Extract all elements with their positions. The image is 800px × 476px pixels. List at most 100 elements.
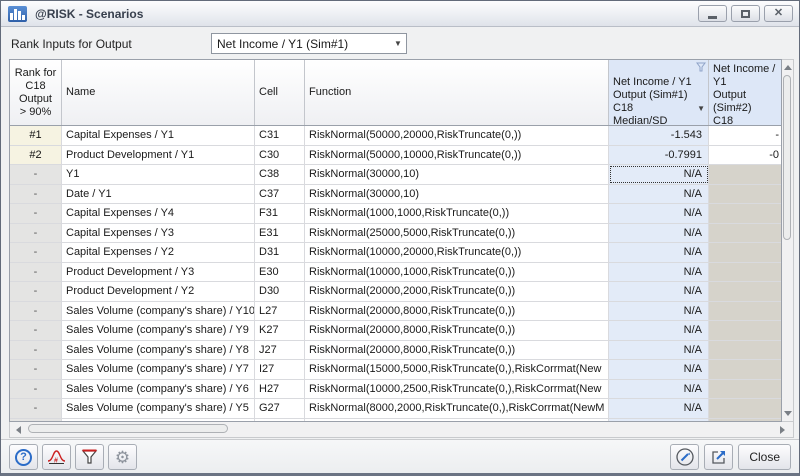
header-cell[interactable]: Cell bbox=[255, 60, 305, 125]
cell-ref-cell: C30 bbox=[255, 146, 305, 165]
sim2-value-cell[interactable] bbox=[709, 263, 781, 282]
output-dropdown-value: Net Income / Y1 (Sim#1) bbox=[212, 37, 390, 51]
sim1-value-cell[interactable]: N/A bbox=[609, 243, 709, 262]
sim2-value-cell[interactable] bbox=[709, 302, 781, 321]
scroll-right-icon[interactable] bbox=[780, 426, 785, 434]
sim1-value-cell[interactable]: -0.7991 bbox=[609, 146, 709, 165]
table-row[interactable]: - Sales Volume (company's share) / Y7 I2… bbox=[10, 360, 781, 380]
header-rank[interactable]: Rank for C18 Output > 90% bbox=[10, 60, 62, 125]
table-row[interactable]: - Sales Volume (company's share) / Y5 G2… bbox=[10, 399, 781, 419]
sim2-value-cell[interactable] bbox=[709, 321, 781, 340]
minimize-icon bbox=[708, 16, 717, 19]
table-row[interactable]: #2 Product Development / Y1 C30 RiskNorm… bbox=[10, 146, 781, 166]
function-cell: RiskNormal(20000,2000,RiskTruncate(0,)) bbox=[305, 282, 609, 301]
sim2-value-cell[interactable]: - bbox=[709, 126, 781, 145]
table-row[interactable]: - Capital Expenses / Y4 F31 RiskNormal(1… bbox=[10, 204, 781, 224]
header-sim2[interactable]: Net Income / Y1 Output (Sim#2) C18 Media… bbox=[709, 60, 781, 125]
sim2-value-cell[interactable] bbox=[709, 341, 781, 360]
vertical-scroll-thumb[interactable] bbox=[783, 75, 791, 240]
filter-funnel-icon[interactable] bbox=[696, 62, 706, 72]
sim1-value-cell[interactable]: N/A bbox=[609, 204, 709, 223]
cell-ref-cell: G27 bbox=[255, 399, 305, 418]
function-cell: RiskNormal(20000,8000,RiskTruncate(0,)) bbox=[305, 321, 609, 340]
maximize-button[interactable] bbox=[731, 5, 760, 22]
funnel-icon bbox=[81, 449, 98, 465]
header-sim1[interactable]: Net Income / Y1 Output (Sim#1) C18 Media… bbox=[609, 60, 709, 125]
header-dropdown-icon[interactable]: ▼ bbox=[697, 102, 705, 115]
sim1-value-cell[interactable]: N/A bbox=[609, 224, 709, 243]
function-cell: RiskNormal(50000,10000,RiskTruncate(0,)) bbox=[305, 146, 609, 165]
sim2-value-cell[interactable] bbox=[709, 282, 781, 301]
rank-cell: - bbox=[10, 360, 62, 379]
vertical-scrollbar[interactable] bbox=[782, 59, 794, 422]
name-cell: Capital Expenses / Y2 bbox=[62, 243, 255, 262]
table-row[interactable]: #1 Capital Expenses / Y1 C31 RiskNormal(… bbox=[10, 126, 781, 146]
distribution-button[interactable]: # bbox=[42, 444, 71, 470]
rank-cell: - bbox=[10, 302, 62, 321]
name-cell: Sales Volume (company's share) / Y8 bbox=[62, 341, 255, 360]
sim2-value-cell[interactable] bbox=[709, 185, 781, 204]
sim1-value-cell[interactable]: N/A bbox=[609, 302, 709, 321]
sim2-value-cell[interactable] bbox=[709, 243, 781, 262]
edit-report-button[interactable] bbox=[670, 444, 699, 470]
name-cell: Sales Volume (company's share) / Y10 bbox=[62, 302, 255, 321]
header-name[interactable]: Name bbox=[62, 60, 255, 125]
rank-inputs-label: Rank Inputs for Output bbox=[11, 37, 132, 51]
name-cell: Sales Volume (company's share) / Y6 bbox=[62, 380, 255, 399]
sim1-value-cell[interactable]: N/A bbox=[609, 341, 709, 360]
filter-button[interactable] bbox=[75, 444, 104, 470]
minimize-button[interactable] bbox=[698, 5, 727, 22]
titlebar[interactable]: @RISK - Scenarios ✕ bbox=[1, 1, 799, 27]
rank-cell: - bbox=[10, 204, 62, 223]
table-header-row: Rank for C18 Output > 90% Name Cell Func… bbox=[10, 60, 781, 126]
footer-toolbar: ? # ⚙ bbox=[1, 439, 799, 473]
bell-curve-icon: # bbox=[47, 449, 66, 466]
sim1-value-cell[interactable]: N/A bbox=[609, 399, 709, 418]
sim1-value-cell[interactable]: N/A bbox=[609, 165, 709, 184]
table-row[interactable]: - Sales Volume (company's share) / Y9 K2… bbox=[10, 321, 781, 341]
scroll-up-icon[interactable] bbox=[784, 65, 792, 70]
close-button[interactable]: Close bbox=[738, 444, 791, 470]
help-button[interactable]: ? bbox=[9, 444, 38, 470]
horizontal-scroll-thumb[interactable] bbox=[28, 424, 228, 433]
settings-button[interactable]: ⚙ bbox=[108, 444, 137, 470]
sim1-value-cell[interactable]: -1.543 bbox=[609, 126, 709, 145]
sim2-value-cell[interactable] bbox=[709, 165, 781, 184]
horizontal-scrollbar[interactable] bbox=[9, 422, 794, 438]
sim1-value-cell[interactable]: N/A bbox=[609, 360, 709, 379]
header-function[interactable]: Function bbox=[305, 60, 609, 125]
chevron-down-icon[interactable]: ▼ bbox=[390, 39, 406, 48]
table-row[interactable]: - Sales Volume (company's share) / Y6 H2… bbox=[10, 380, 781, 400]
table-row[interactable]: - Product Development / Y3 E30 RiskNorma… bbox=[10, 263, 781, 283]
sim2-value-cell[interactable] bbox=[709, 224, 781, 243]
name-cell: Sales Volume (company's share) / Y7 bbox=[62, 360, 255, 379]
table-row[interactable]: - Capital Expenses / Y2 D31 RiskNormal(1… bbox=[10, 243, 781, 263]
sim2-value-cell[interactable] bbox=[709, 360, 781, 379]
table-row[interactable]: - Sales Volume (company's share) / Y10 L… bbox=[10, 302, 781, 322]
cell-ref-cell: I27 bbox=[255, 360, 305, 379]
table-row[interactable]: - Product Development / Y2 D30 RiskNorma… bbox=[10, 282, 781, 302]
export-button[interactable] bbox=[704, 444, 733, 470]
function-cell: RiskNormal(50000,20000,RiskTruncate(0,)) bbox=[305, 126, 609, 145]
sim1-value-cell[interactable]: N/A bbox=[609, 321, 709, 340]
scroll-left-icon[interactable] bbox=[16, 426, 21, 434]
sim1-value-cell[interactable]: N/A bbox=[609, 263, 709, 282]
sim2-value-cell[interactable]: -0 bbox=[709, 146, 781, 165]
sim2-value-cell[interactable] bbox=[709, 380, 781, 399]
output-selector-row: Rank Inputs for Output Net Income / Y1 (… bbox=[1, 28, 799, 59]
sim1-value-cell[interactable]: N/A bbox=[609, 380, 709, 399]
sim2-value-cell[interactable] bbox=[709, 399, 781, 418]
close-window-button[interactable]: ✕ bbox=[764, 5, 793, 22]
output-dropdown[interactable]: Net Income / Y1 (Sim#1) ▼ bbox=[211, 33, 407, 54]
table-row[interactable]: - Sales Volume (company's share) / Y8 J2… bbox=[10, 341, 781, 361]
table-row[interactable]: - Y1 C38 RiskNormal(30000,10) N/A bbox=[10, 165, 781, 185]
scroll-down-icon[interactable] bbox=[784, 411, 792, 416]
sim1-value-cell[interactable]: N/A bbox=[609, 282, 709, 301]
table-row[interactable]: - Capital Expenses / Y3 E31 RiskNormal(2… bbox=[10, 224, 781, 244]
sim1-value-cell[interactable]: N/A bbox=[609, 185, 709, 204]
function-cell: RiskNormal(1000,1000,RiskTruncate(0,)) bbox=[305, 204, 609, 223]
table-row[interactable]: - Date / Y1 C37 RiskNormal(30000,10) N/A bbox=[10, 185, 781, 205]
function-cell: RiskNormal(30000,10) bbox=[305, 165, 609, 184]
cell-ref-cell: K27 bbox=[255, 321, 305, 340]
sim2-value-cell[interactable] bbox=[709, 204, 781, 223]
